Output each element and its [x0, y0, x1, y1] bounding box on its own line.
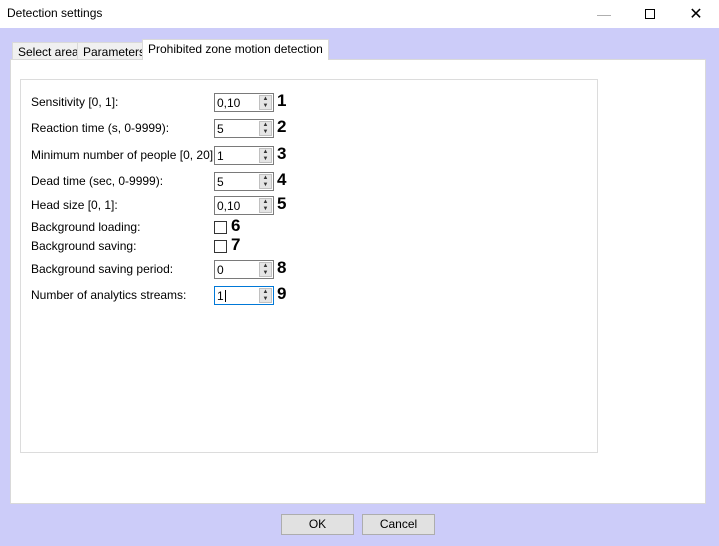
- spin-value[interactable]: 0: [217, 263, 224, 277]
- field-label: Minimum number of people [0, 20]:: [31, 148, 217, 162]
- spin-input[interactable]: 0,10 ▲ ▼: [214, 196, 274, 215]
- checkbox[interactable]: [214, 221, 227, 234]
- tab-select-area[interactable]: Select area: [12, 42, 85, 60]
- spin-arrows-icon[interactable]: ▲ ▼: [259, 174, 272, 189]
- text-caret: [224, 290, 226, 302]
- minimize-icon[interactable]: —: [581, 0, 627, 28]
- field-label: Number of analytics streams:: [31, 288, 187, 302]
- field-label: Sensitivity [0, 1]:: [31, 95, 119, 109]
- field-label: Background saving period:: [31, 262, 174, 276]
- callout-number: 9: [277, 284, 287, 303]
- callout-number: 7: [231, 235, 241, 254]
- spin-input[interactable]: 5 ▲ ▼: [214, 119, 274, 138]
- field-label: Reaction time (s, 0-9999):: [31, 121, 170, 135]
- spin-input[interactable]: 0 ▲ ▼: [214, 260, 274, 279]
- checkbox[interactable]: [214, 240, 227, 253]
- callout-number: 8: [277, 258, 287, 277]
- spin-value[interactable]: 1: [217, 289, 226, 303]
- window-title: Detection settings: [7, 6, 103, 20]
- callout-number: 5: [277, 194, 287, 213]
- callout-number: 2: [277, 117, 287, 136]
- spin-input[interactable]: 5 ▲ ▼: [214, 172, 274, 191]
- spin-input[interactable]: 0,10 ▲ ▼: [214, 93, 274, 112]
- cancel-button[interactable]: Cancel: [362, 514, 435, 535]
- callout-number: 3: [277, 144, 287, 163]
- tab-prohibited-zone-motion-detection[interactable]: Prohibited zone motion detection: [142, 39, 329, 60]
- spin-arrows-icon[interactable]: ▲ ▼: [259, 95, 272, 110]
- spin-arrows-icon[interactable]: ▲ ▼: [259, 198, 272, 213]
- maximize-icon[interactable]: [627, 0, 673, 28]
- spin-value[interactable]: 0,10: [217, 199, 240, 213]
- title-bar: Detection settings — ✕: [0, 0, 719, 28]
- field-label: Head size [0, 1]:: [31, 198, 118, 212]
- spin-value[interactable]: 0,10: [217, 96, 240, 110]
- field-label: Dead time (sec, 0-9999):: [31, 174, 164, 188]
- spin-input[interactable]: 1 ▲ ▼: [214, 286, 274, 305]
- tab-parameters[interactable]: Parameters: [77, 42, 152, 60]
- spin-arrows-icon[interactable]: ▲ ▼: [259, 288, 272, 303]
- field-label: Background saving:: [31, 239, 137, 253]
- callout-number: 1: [277, 91, 287, 110]
- callout-number: 4: [277, 170, 287, 189]
- spin-value[interactable]: 5: [217, 122, 224, 136]
- field-label: Background loading:: [31, 220, 141, 234]
- spin-arrows-icon[interactable]: ▲ ▼: [259, 148, 272, 163]
- spin-input[interactable]: 1 ▲ ▼: [214, 146, 274, 165]
- spin-arrows-icon[interactable]: ▲ ▼: [259, 262, 272, 277]
- ok-button[interactable]: OK: [281, 514, 354, 535]
- callout-number: 6: [231, 216, 241, 235]
- close-icon[interactable]: ✕: [673, 0, 719, 28]
- spin-value[interactable]: 1: [217, 149, 224, 163]
- spin-value[interactable]: 5: [217, 175, 224, 189]
- spin-arrows-icon[interactable]: ▲ ▼: [259, 121, 272, 136]
